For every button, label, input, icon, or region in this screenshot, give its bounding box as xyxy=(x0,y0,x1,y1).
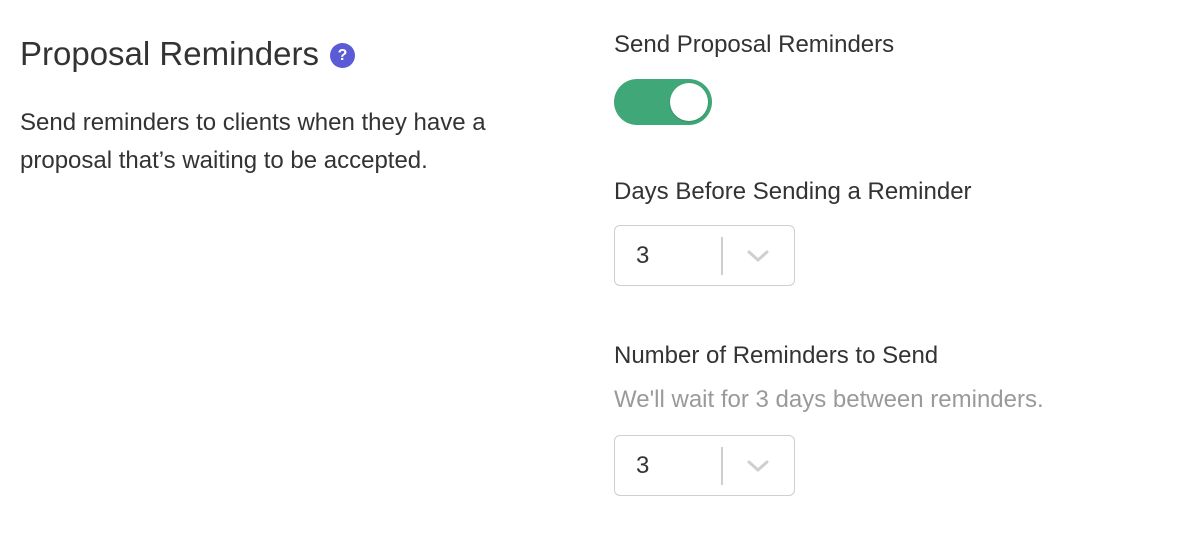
settings-panel: Send Proposal Reminders Days Before Send… xyxy=(614,28,1194,496)
send-reminders-field: Send Proposal Reminders xyxy=(614,28,1194,125)
days-before-select[interactable]: 3 xyxy=(614,225,795,286)
days-before-label: Days Before Sending a Reminder xyxy=(614,178,972,205)
section-title: Proposal Reminders xyxy=(20,35,319,72)
chevron-down-icon[interactable] xyxy=(723,436,795,495)
chevron-down-icon[interactable] xyxy=(723,226,795,285)
chevron-down-icon-svg xyxy=(747,460,769,471)
send-reminders-label: Send Proposal Reminders xyxy=(614,31,895,58)
chevron-down-icon-svg xyxy=(747,250,769,261)
reminder-count-value: 3 xyxy=(636,451,650,479)
section-title-row: Proposal Reminders ? xyxy=(20,32,580,76)
question-circle-icon[interactable]: ? xyxy=(329,43,355,68)
send-reminders-toggle[interactable] xyxy=(614,79,712,125)
reminder-count-select[interactable]: 3 xyxy=(614,435,795,496)
section-description: Send reminders to clients when they have… xyxy=(20,109,486,174)
days-before-field: Days Before Sending a Reminder 3 xyxy=(614,175,972,286)
reminder-count-hint: We'll wait for 3 days between reminders. xyxy=(614,386,1044,413)
reminder-count-label: Number of Reminders to Send xyxy=(614,342,939,369)
section-info: Proposal Reminders ? Send reminders to c… xyxy=(20,32,580,180)
days-before-value: 3 xyxy=(636,241,650,269)
reminder-count-field: Number of Reminders to Send We'll wait f… xyxy=(614,339,1044,496)
toggle-knob xyxy=(670,83,708,121)
